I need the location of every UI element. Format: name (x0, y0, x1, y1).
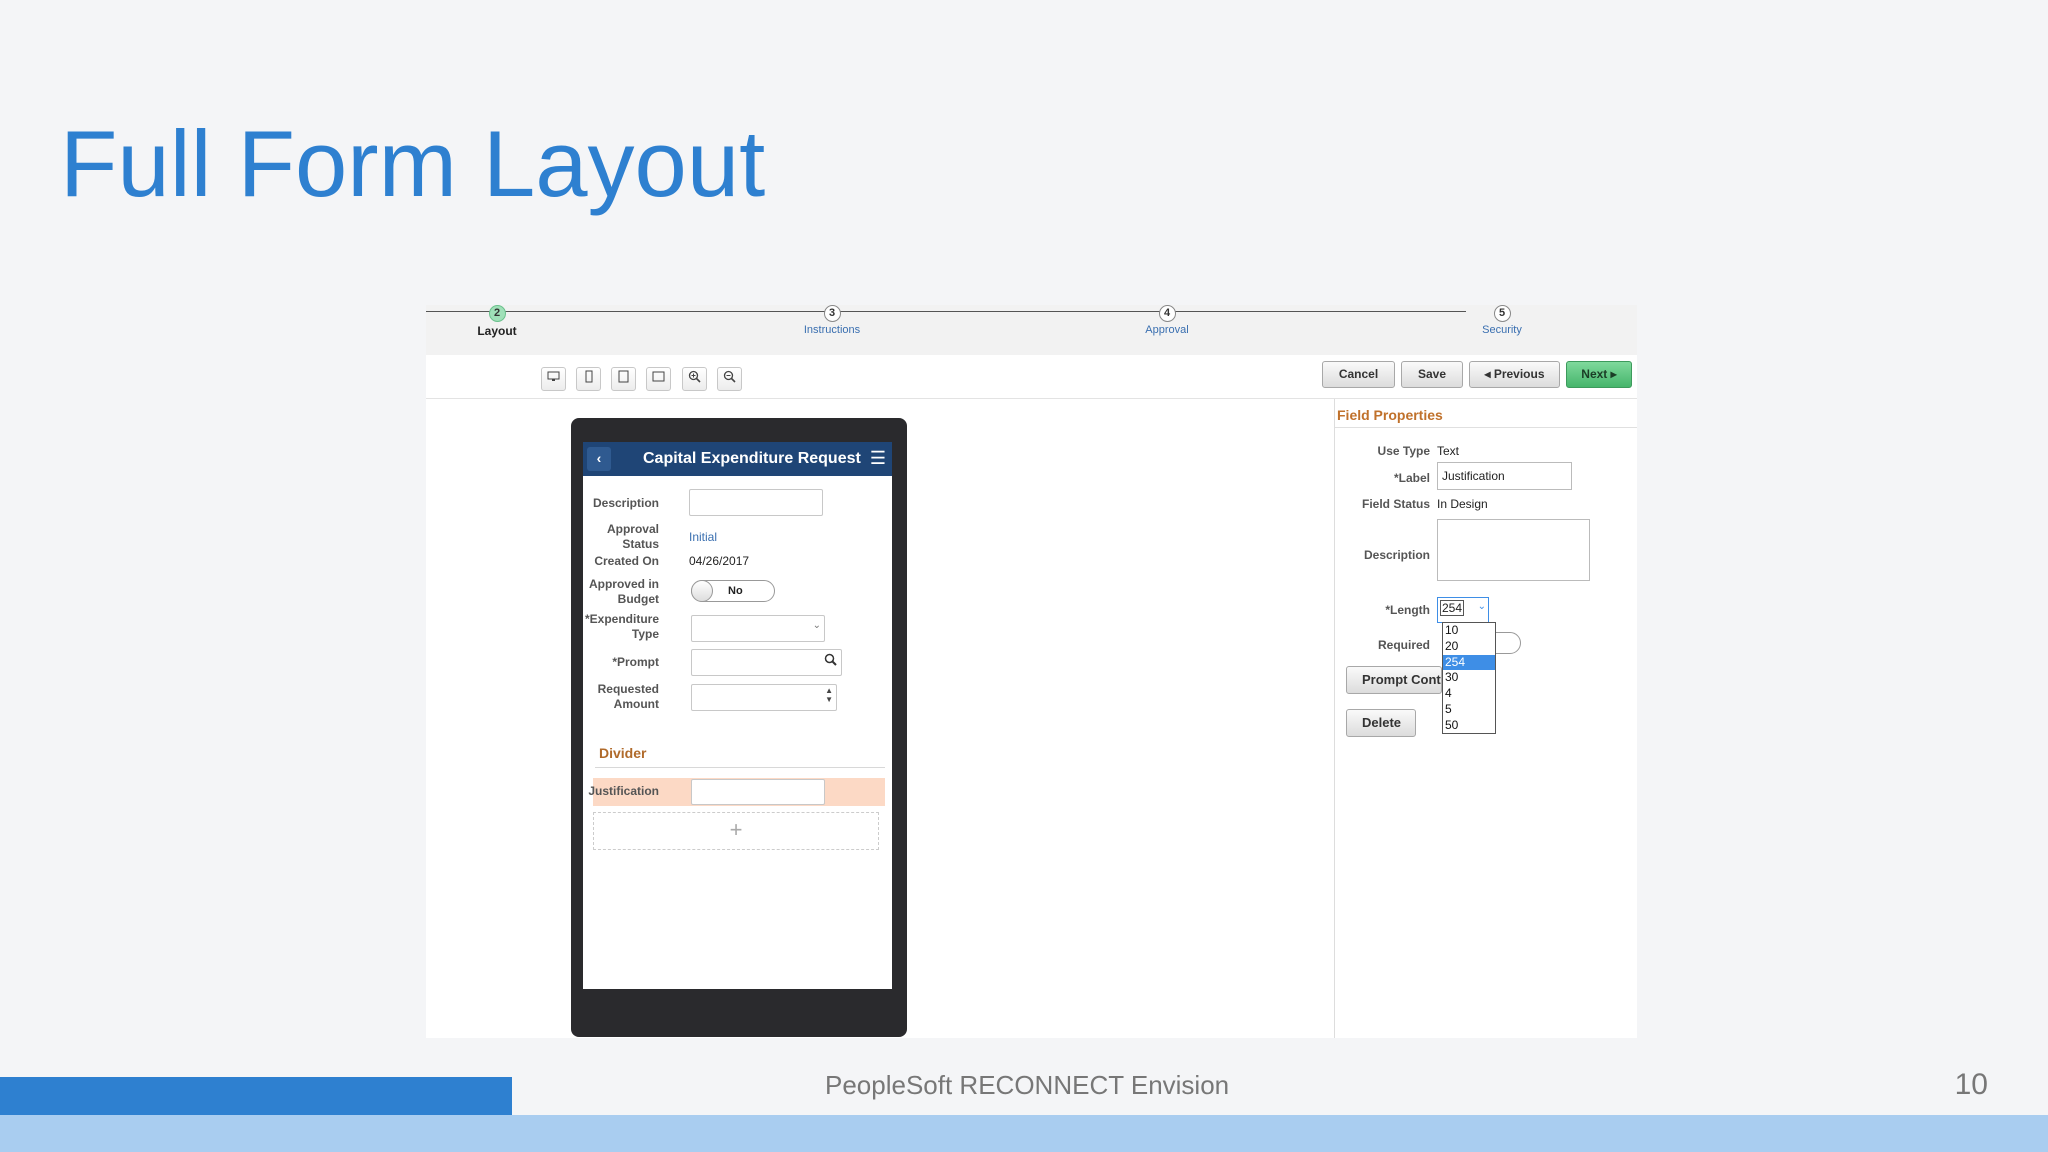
requested-amount-label: Requested Amount (583, 682, 659, 712)
divider-line (595, 767, 885, 768)
footer-bar-light (0, 1115, 2048, 1152)
approval-status-label: Approval Status (583, 522, 659, 552)
length-option[interactable]: 20 (1443, 639, 1495, 655)
length-label: *Length (1385, 603, 1430, 617)
app-screenshot: 2 Layout 3 Instructions 4 Approval 5 Sec… (426, 305, 1637, 1038)
chevron-down-icon: ⌄ (1477, 601, 1486, 612)
created-on-value: 04/26/2017 (689, 554, 750, 568)
step-layout[interactable]: 2 Layout (437, 305, 557, 338)
zoom-in-icon[interactable] (682, 367, 707, 391)
requested-amount-input[interactable]: ▲ ▼ (691, 684, 837, 711)
step-instructions[interactable]: 3 Instructions (772, 305, 892, 336)
footer-text: PeopleSoft RECONNECT Envision (825, 1070, 1230, 1100)
requested-label-line1: Requested (597, 682, 659, 696)
step-number: 3 (823, 305, 841, 322)
step-security[interactable]: 5 Security (1442, 305, 1562, 336)
length-option[interactable]: 30 (1443, 670, 1495, 686)
chevron-down-icon: ⌄ (812, 620, 821, 631)
label-input[interactable]: Justification (1437, 462, 1572, 490)
field-properties-panel: Field Properties Use Type Text *Label Ju… (1334, 399, 1637, 1038)
length-option[interactable]: 10 (1443, 623, 1495, 639)
approved-in-budget-label: Approved in Budget (583, 577, 659, 607)
page-number: 10 (1954, 1068, 1988, 1101)
hamburger-menu-icon[interactable]: ☰ (870, 448, 886, 469)
description-label: Description (592, 496, 659, 510)
desktop-icon[interactable] (541, 367, 566, 391)
chevron-right-icon: ▸ (1610, 367, 1617, 381)
search-icon[interactable] (824, 653, 837, 671)
approval-status-label-line2: Status (622, 537, 659, 551)
expenditure-type-select[interactable]: ⌄ (691, 615, 825, 642)
step-label: Layout (477, 324, 517, 338)
approved-toggle[interactable]: No (691, 580, 775, 602)
created-on-label: Created On (594, 554, 659, 568)
length-option[interactable]: 50 (1443, 718, 1495, 734)
back-icon[interactable]: ‹ (587, 447, 611, 471)
justification-row-selected[interactable]: Justification (588, 778, 885, 806)
description-textarea[interactable] (1437, 519, 1590, 581)
step-label: Approval (1145, 324, 1189, 336)
step-approval[interactable]: 4 Approval (1107, 305, 1227, 336)
phone-portrait-icon[interactable] (576, 367, 601, 391)
approved-label-line2: Budget (617, 592, 659, 606)
step-progress: 2 Layout 3 Instructions 4 Approval 5 Sec… (426, 305, 1637, 355)
cancel-button[interactable]: Cancel (1322, 361, 1395, 388)
prompt-label: *Prompt (612, 655, 659, 669)
step-number: 2 (488, 305, 506, 322)
use-type-label: Use Type (1377, 444, 1430, 458)
next-label: Next (1581, 367, 1608, 381)
divider-label: Divider (599, 745, 647, 761)
phone-title: Capital Expenditure Request (643, 450, 861, 467)
step-label: Instructions (803, 324, 861, 336)
footer-bar-dark (0, 1077, 512, 1115)
expenditure-label-line2: Type (631, 627, 659, 641)
title-underline (1335, 427, 1637, 428)
requested-label-line2: Amount (613, 697, 659, 711)
chevron-left-icon: ◂ (1484, 367, 1491, 381)
step-label: Security (1482, 324, 1522, 336)
toggle-text: No (728, 585, 743, 597)
label-label: *Label (1393, 471, 1430, 485)
field-properties-title: Field Properties (1337, 407, 1443, 423)
description-label: Description (1363, 548, 1430, 562)
length-select[interactable]: 254 ⌄ (1437, 597, 1489, 623)
required-label: Required (1377, 638, 1430, 652)
approval-status-label-line1: Approval (606, 522, 659, 536)
phone-preview: ‹ Capital Expenditure Request ☰ Descript… (571, 418, 907, 1037)
expenditure-type-label: *Expenditure Type (583, 612, 659, 642)
phone-header: ‹ Capital Expenditure Request ☰ (583, 442, 892, 476)
tablet-portrait-icon[interactable] (611, 367, 636, 391)
field-status-value: In Design (1437, 497, 1488, 511)
approval-status-value: Initial (689, 530, 718, 544)
length-option[interactable]: 4 (1443, 686, 1495, 702)
spinner-icon[interactable]: ▲ ▼ (825, 686, 833, 704)
toggle-knob (691, 580, 713, 602)
slide-title: Full Form Layout (60, 111, 766, 216)
add-field-area[interactable]: + (593, 812, 879, 850)
approved-label-line1: Approved in (588, 577, 659, 591)
tablet-landscape-icon[interactable] (646, 367, 671, 391)
description-input[interactable] (689, 489, 823, 516)
step-number: 5 (1493, 305, 1511, 322)
previous-button[interactable]: ◂ Previous (1469, 361, 1560, 388)
previous-label: Previous (1493, 367, 1545, 381)
length-dropdown-list[interactable]: 10 20 254 30 4 5 50 (1442, 622, 1496, 734)
length-option-selected[interactable]: 254 (1443, 654, 1495, 671)
steps-line (426, 311, 1466, 312)
use-type-value: Text (1437, 444, 1460, 458)
length-select-value: 254 (1440, 600, 1465, 616)
justification-label: Justification (588, 784, 659, 798)
save-button[interactable]: Save (1401, 361, 1463, 388)
delete-button[interactable]: Delete (1346, 709, 1416, 737)
step-number: 4 (1158, 305, 1176, 322)
expenditure-label-line1: *Expenditure (584, 612, 659, 626)
prompt-input[interactable] (691, 649, 842, 676)
length-option[interactable]: 5 (1443, 702, 1495, 718)
prompt-controls-button[interactable]: Prompt Controls (1346, 666, 1442, 694)
zoom-out-icon[interactable] (717, 367, 742, 391)
field-status-label: Field Status (1361, 497, 1430, 511)
justification-input[interactable] (691, 779, 825, 805)
phone-screen: ‹ Capital Expenditure Request ☰ Descript… (583, 442, 892, 989)
next-button[interactable]: Next ▸ (1566, 361, 1632, 388)
